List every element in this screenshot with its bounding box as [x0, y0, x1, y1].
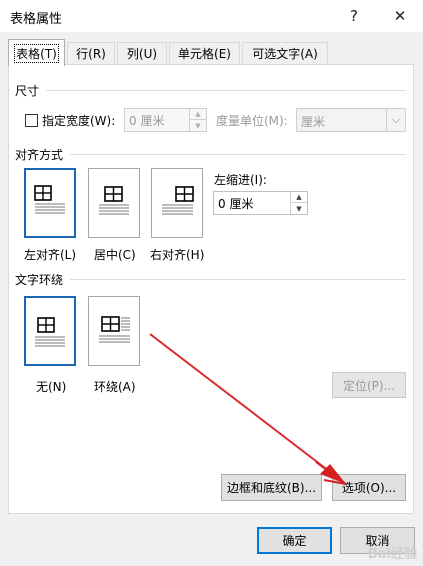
tab-table[interactable]: 表格(T) [8, 39, 65, 66]
watermark: Bai经验 [367, 547, 417, 562]
red-arrow-annotation [149, 333, 347, 485]
